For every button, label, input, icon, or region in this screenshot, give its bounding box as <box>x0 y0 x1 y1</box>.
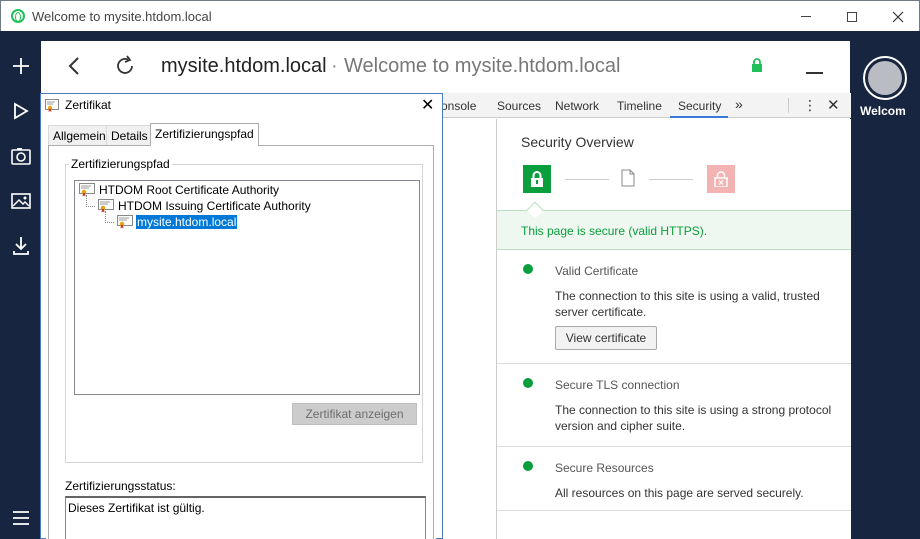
security-item-desc: The connection to this site is using a v… <box>555 289 820 319</box>
diagram-connector <box>649 179 693 180</box>
security-overview-panel: Security Overview This page is secure (v… <box>497 119 851 539</box>
document-icon <box>621 169 635 187</box>
address-bar: mysite.htdom.local · Welcome to mysite.h… <box>41 41 850 91</box>
secure-banner-text: This page is secure (valid HTTPS). <box>521 224 708 238</box>
security-item-tls: Secure TLS connection The connection to … <box>497 364 851 447</box>
sidebar-snapshot-button[interactable] <box>8 143 34 169</box>
tree-node-issuing[interactable]: HTDOM Issuing Certificate Authority <box>118 199 311 213</box>
minimize-icon <box>801 16 811 17</box>
insecure-lock-icon <box>707 165 735 193</box>
security-overview-title: Security Overview <box>521 134 634 150</box>
reload-icon[interactable] <box>113 54 137 78</box>
easy-setup-icon[interactable] <box>806 72 823 74</box>
sidebar <box>0 31 41 539</box>
plus-icon <box>13 58 29 74</box>
certificate-tree[interactable]: HTDOM Root Certificate Authority HTDOM I… <box>74 180 420 395</box>
more-tabs-button[interactable]: » <box>735 96 743 112</box>
lock-icon[interactable] <box>751 58 763 72</box>
close-window-button[interactable] <box>875 1 920 32</box>
status-label: Zertifizierungsstatus: <box>65 479 176 493</box>
certificate-dialog: Zertifikat ✕ Allgemein Details Zertifizi… <box>40 93 443 539</box>
security-sidebar <box>441 119 497 539</box>
speed-dial-panel: Welcom <box>850 31 920 539</box>
devtools-panel: onsole Sources Network Timeline Security… <box>440 93 851 539</box>
show-certificate-button[interactable]: Zertifikat anzeigen <box>292 403 417 425</box>
tab-console[interactable]: onsole <box>441 99 476 113</box>
play-icon <box>14 102 29 120</box>
status-dot-icon <box>523 378 533 388</box>
status-dot-icon <box>523 264 533 274</box>
sidebar-downloads-button[interactable] <box>8 233 34 259</box>
sidebar-menu-button[interactable] <box>8 505 34 531</box>
certificate-icon <box>98 199 114 213</box>
tree-node-leaf[interactable]: mysite.htdom.local <box>136 215 238 229</box>
welcome-avatar[interactable] <box>863 56 907 100</box>
maximize-icon <box>847 11 857 22</box>
security-item-title: Valid Certificate <box>555 264 639 278</box>
group-label: Zertifizierungspfad <box>69 157 172 171</box>
sidebar-gallery-button[interactable] <box>8 188 34 214</box>
tab-sources[interactable]: Sources <box>497 99 541 113</box>
devtools-menu-button[interactable]: ⋮ <box>803 97 817 114</box>
maximize-button[interactable] <box>829 1 875 32</box>
tabbar-divider <box>788 98 789 113</box>
back-arrow-icon[interactable] <box>63 54 87 78</box>
opera-logo-icon <box>11 9 25 23</box>
certificate-icon <box>45 99 59 112</box>
security-item-title: Secure TLS connection <box>555 378 680 392</box>
tab-security[interactable]: Security <box>678 99 721 113</box>
dialog-close-button[interactable]: ✕ <box>421 95 434 115</box>
tab-details[interactable]: Details <box>106 125 153 145</box>
sidebar-new-tab-button[interactable] <box>8 53 34 79</box>
security-item-certificate: Valid Certificate The connection to this… <box>497 250 851 364</box>
security-item-resources: Secure Resources All resources on this p… <box>497 447 851 511</box>
devtools-close-button[interactable]: ✕ <box>827 96 840 114</box>
certification-path-panel: Zertifizierungspfad HTDOM Root Certifica… <box>48 145 434 539</box>
tab-network[interactable]: Network <box>555 99 599 113</box>
view-certificate-button[interactable]: View certificate <box>555 326 657 350</box>
welcome-label: Welcom <box>860 104 906 118</box>
dialog-titlebar: Zertifikat ✕ <box>41 94 442 116</box>
security-item-desc: The connection to this site is using a s… <box>555 403 832 433</box>
status-textbox[interactable]: Dieses Zertifikat ist gültig. <box>65 496 426 539</box>
security-item-title: Secure Resources <box>555 461 654 475</box>
tab-timeline[interactable]: Timeline <box>617 99 662 113</box>
hamburger-menu-icon <box>13 511 29 525</box>
security-item-desc: All resources on this page are served se… <box>555 486 804 500</box>
image-icon <box>11 193 31 209</box>
diagram-connector <box>565 179 609 180</box>
devtools-tabbar: onsole Sources Network Timeline Security… <box>441 93 851 118</box>
close-icon <box>892 11 904 22</box>
url-separator: · <box>331 55 338 77</box>
sidebar-player-button[interactable] <box>8 98 34 124</box>
dialog-title: Zertifikat <box>65 98 112 112</box>
camera-icon <box>11 148 31 165</box>
tree-node-root[interactable]: HTDOM Root Certificate Authority <box>99 183 279 197</box>
dialog-body: Allgemein Details Zertifizierungspfad Ze… <box>46 123 436 539</box>
url-page-title[interactable]: Welcome to mysite.htdom.local <box>344 55 620 78</box>
tab-certification-path[interactable]: Zertifizierungspfad <box>150 123 259 146</box>
tab-general[interactable]: Allgemein <box>48 125 111 145</box>
window-title: Welcome to mysite.htdom.local <box>32 9 212 24</box>
status-text: Dieses Zertifikat ist gültig. <box>68 501 205 515</box>
download-icon <box>13 237 29 255</box>
url-host[interactable]: mysite.htdom.local <box>161 55 327 78</box>
status-dot-icon <box>523 461 533 471</box>
minimize-button[interactable] <box>783 1 829 32</box>
certificate-icon <box>117 215 133 229</box>
certificate-icon <box>79 183 95 197</box>
secure-lock-icon <box>523 165 551 193</box>
window-titlebar: Welcome to mysite.htdom.local <box>0 0 920 31</box>
active-tab-indicator <box>670 116 728 118</box>
